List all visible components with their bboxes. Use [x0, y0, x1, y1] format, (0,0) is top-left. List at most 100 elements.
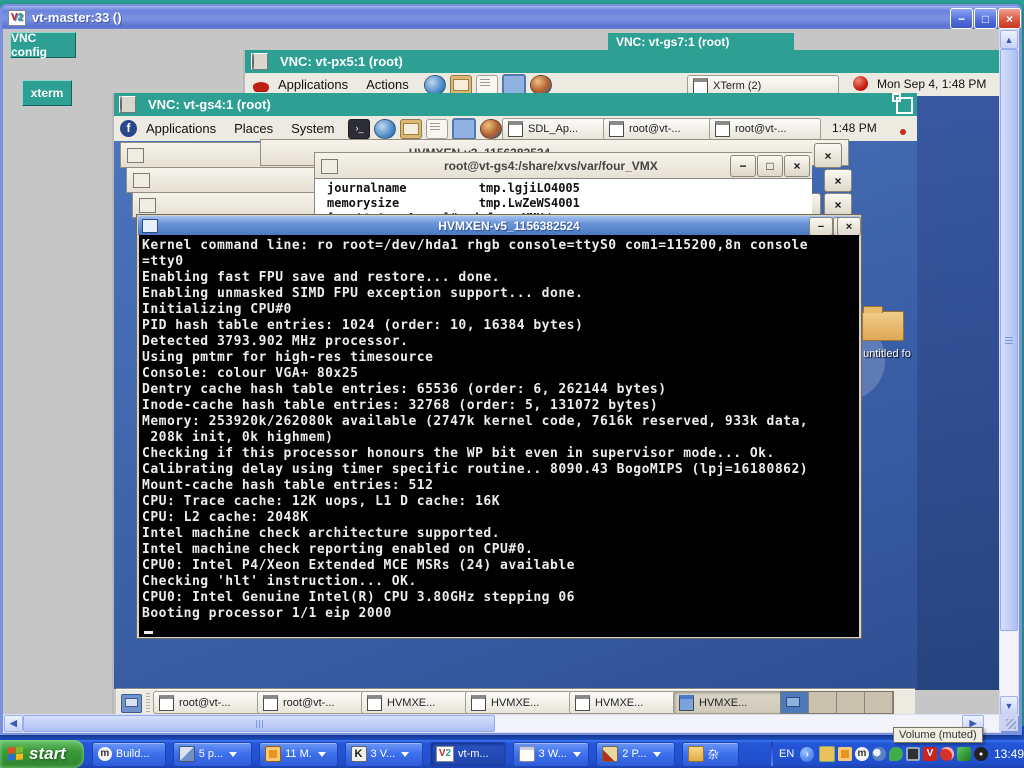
close-button[interactable]: ×: [824, 193, 852, 216]
workspace-1[interactable]: [781, 692, 809, 713]
hvmxen-v5-terminal[interactable]: Kernel command line: ro root=/dev/hda1 r…: [139, 235, 859, 637]
panel-window-button-3[interactable]: HVMXE...: [361, 691, 472, 714]
fedora-menu-icon[interactable]: [120, 120, 137, 137]
taskbar-button-label: 2 P...: [622, 748, 646, 760]
maximize-button[interactable]: □: [974, 8, 997, 29]
scroll-up-button[interactable]: ▲: [1000, 30, 1018, 49]
panel-window-button-4[interactable]: HVMXE...: [465, 691, 576, 714]
tray-volume-muted-icon[interactable]: [940, 747, 954, 761]
vnc-config-button[interactable]: VNC config: [10, 32, 76, 58]
gs4-taskbar-button-sdl[interactable]: SDL_Ap...: [502, 118, 608, 140]
resize-grip[interactable]: [999, 714, 1018, 731]
notification-ball-icon[interactable]: [853, 76, 868, 91]
panel-window-button-5[interactable]: HVMXE...: [569, 691, 680, 714]
scroll-down-button[interactable]: ▼: [1000, 696, 1018, 715]
tray-meter-icon[interactable]: [974, 747, 988, 761]
vertical-scroll-thumb[interactable]: [1000, 49, 1018, 631]
taskbar-button-3v[interactable]: K 3 V...: [345, 742, 423, 767]
group-dropdown-icon[interactable]: [653, 752, 661, 757]
tray-people-icon[interactable]: [872, 747, 886, 761]
px5-menu-actions[interactable]: Actions: [357, 77, 418, 92]
px5-menu-applications[interactable]: Applications: [269, 77, 357, 92]
terminal-launcher-icon[interactable]: [348, 119, 370, 139]
gs4-menu-applications[interactable]: Applications: [137, 121, 225, 136]
minimize-button[interactable]: −: [950, 8, 973, 29]
mail-launcher-icon[interactable]: [400, 119, 422, 139]
titlebar-restore-icon[interactable]: [896, 97, 913, 114]
globe-launcher-icon[interactable]: [480, 119, 502, 139]
panel-window-button-2[interactable]: root@vt-...: [257, 691, 368, 714]
language-indicator[interactable]: EN: [779, 748, 794, 760]
tray-m-icon[interactable]: m: [855, 747, 869, 761]
browser-launcher-icon[interactable]: [424, 75, 446, 95]
vt-gs4-titlebar[interactable]: VNC: vt-gs4:1 (root): [114, 93, 917, 116]
gs4-menu-places[interactable]: Places: [225, 121, 282, 136]
vt-master-titlebar[interactable]: vt-master:33 (): [2, 6, 1020, 29]
taskbar-button-2p[interactable]: 2 P...: [596, 742, 674, 767]
hvmxen-v5-titlebar[interactable]: HVMXEN-v5_1156382524: [138, 216, 860, 235]
taskbar-button-5p[interactable]: 5 p...: [173, 742, 252, 767]
paint-app-icon: [602, 746, 618, 762]
group-dropdown-icon[interactable]: [573, 752, 581, 757]
window-icon: [693, 78, 708, 94]
tray-antivirus-icon[interactable]: V: [923, 747, 937, 761]
workspace-2[interactable]: [809, 692, 837, 713]
close-button[interactable]: ×: [784, 155, 810, 177]
horizontal-scroll-thumb[interactable]: [23, 715, 495, 732]
workspace-4[interactable]: [865, 692, 893, 713]
gs4-menu-system[interactable]: System: [282, 121, 343, 136]
vt-gs7-titlebar[interactable]: VNC: vt-gs7:1 (root): [608, 33, 794, 51]
group-dropdown-icon[interactable]: [318, 752, 326, 757]
horizontal-scrollbar[interactable]: ◀ ▶: [3, 714, 1001, 733]
minimize-button[interactable]: −: [809, 217, 833, 236]
start-button[interactable]: start: [0, 740, 84, 768]
taskbar-button-3w[interactable]: 3 W...: [513, 742, 590, 767]
taskbar-button-vtm[interactable]: vt-m...: [430, 742, 506, 767]
tray-display-icon[interactable]: [906, 747, 920, 761]
vt-px5-titlebar[interactable]: VNC: vt-px5:1 (root): [245, 50, 1003, 73]
screen-launcher-icon[interactable]: [452, 118, 476, 140]
tray-clock-icon[interactable]: [838, 747, 852, 761]
vnc-app-icon: [436, 746, 454, 762]
window-icon: [679, 695, 694, 711]
panel-window-button-6-active[interactable]: HVMXE...: [673, 691, 786, 714]
taskbar-button-build[interactable]: m Build...: [92, 742, 166, 767]
mail-launcher-icon[interactable]: [450, 75, 472, 95]
tray-messenger-icon[interactable]: [889, 747, 903, 761]
folder-icon: [688, 746, 704, 762]
minimize-button[interactable]: −: [730, 155, 756, 177]
globe-launcher-icon[interactable]: [530, 75, 552, 95]
panel-window-button-1[interactable]: root@vt-...: [153, 691, 264, 714]
close-button[interactable]: ×: [814, 143, 842, 168]
gs4-taskbar-button-root1[interactable]: root@vt-...: [603, 118, 715, 140]
close-button[interactable]: ×: [837, 217, 861, 236]
redhat-menu-icon[interactable]: [253, 82, 269, 91]
group-dropdown-icon[interactable]: [229, 752, 237, 757]
vertical-scrollbar[interactable]: ▲ ▼: [999, 29, 1019, 716]
tray-device-icon[interactable]: [957, 747, 971, 761]
close-button[interactable]: ×: [998, 8, 1021, 29]
four-vmx-terminal[interactable]: journalname tmp.lgjiLO4005 memorysize tm…: [314, 178, 812, 215]
gs4-taskbar-button-root2[interactable]: root@vt-...: [709, 118, 821, 140]
compose-launcher-icon[interactable]: [426, 119, 448, 139]
group-dropdown-icon[interactable]: [401, 752, 409, 757]
browser-launcher-icon[interactable]: [374, 119, 396, 139]
workspace-switcher[interactable]: [780, 691, 894, 714]
tray-expand-icon[interactable]: ›: [800, 747, 814, 762]
xterm-button[interactable]: xterm: [22, 80, 72, 106]
tray-mail-icon[interactable]: [819, 746, 835, 762]
scroll-left-button[interactable]: ◀: [4, 715, 23, 732]
taskbar-button-folder[interactable]: 杂: [682, 742, 740, 767]
close-button[interactable]: ×: [824, 169, 852, 192]
px5-clock[interactable]: Mon Sep 4, 1:48 PM: [877, 77, 1001, 91]
workspace-3[interactable]: [837, 692, 865, 713]
maximize-button[interactable]: □: [757, 155, 783, 177]
gs4-clock[interactable]: 1:48 PM: [832, 121, 884, 135]
show-desktop-icon[interactable]: [121, 694, 142, 713]
taskbar-button-11m[interactable]: 11 M.: [259, 742, 337, 767]
documents-launcher-icon[interactable]: [476, 75, 498, 95]
window-glyph-icon: [321, 159, 338, 174]
start-label: start: [29, 744, 66, 764]
tray-time[interactable]: 13:49: [994, 747, 1024, 761]
untitled-folder-icon[interactable]: [862, 311, 904, 341]
